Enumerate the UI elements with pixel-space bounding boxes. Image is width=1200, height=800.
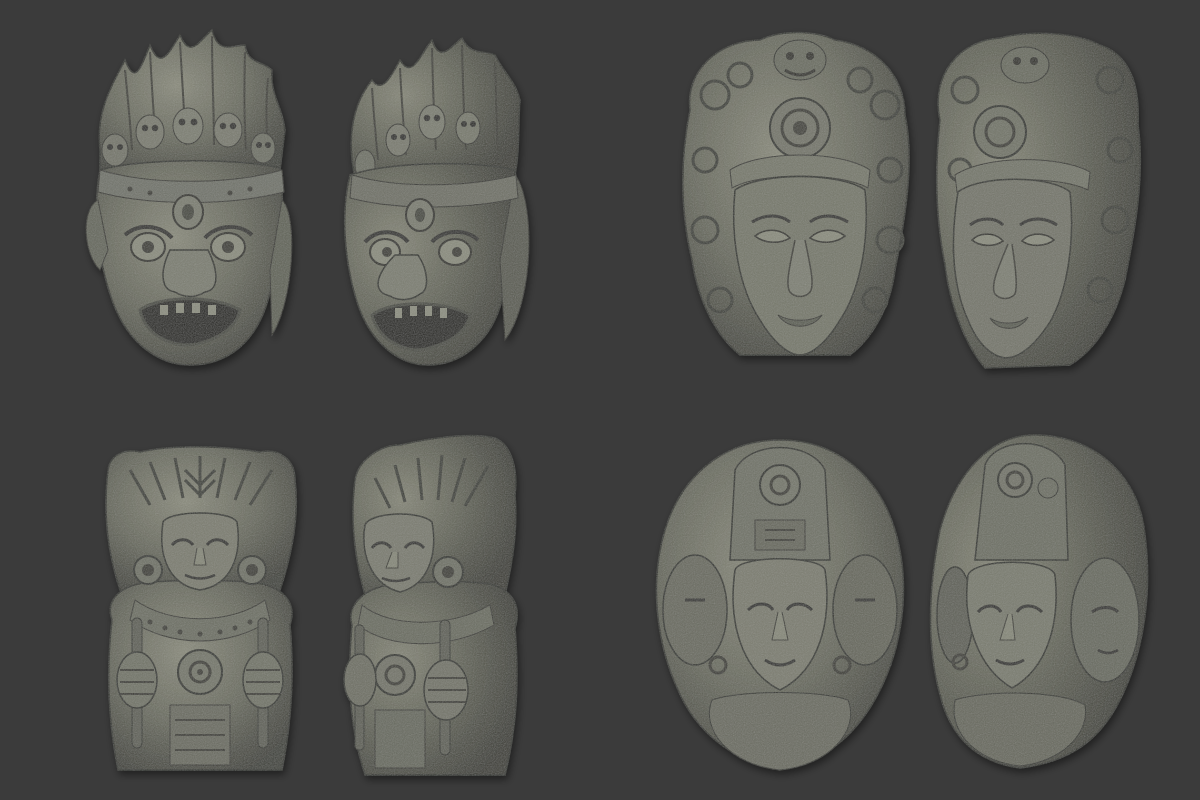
chest-medallion [374, 654, 416, 696]
serene-face-front [681, 31, 910, 356]
hand-right [242, 651, 284, 709]
render-canvas [0, 0, 1200, 800]
crown [974, 442, 1069, 561]
staff-figure-front [105, 446, 298, 771]
serene-face-three-quarter [935, 32, 1142, 369]
side-face-right [832, 554, 898, 666]
hand-left [343, 653, 377, 707]
diadem-disk [973, 105, 1027, 159]
staff-figure-three-quarter [343, 434, 518, 776]
side-face-left [662, 554, 728, 666]
hand-left [116, 651, 158, 709]
side-face-right [1070, 557, 1140, 683]
